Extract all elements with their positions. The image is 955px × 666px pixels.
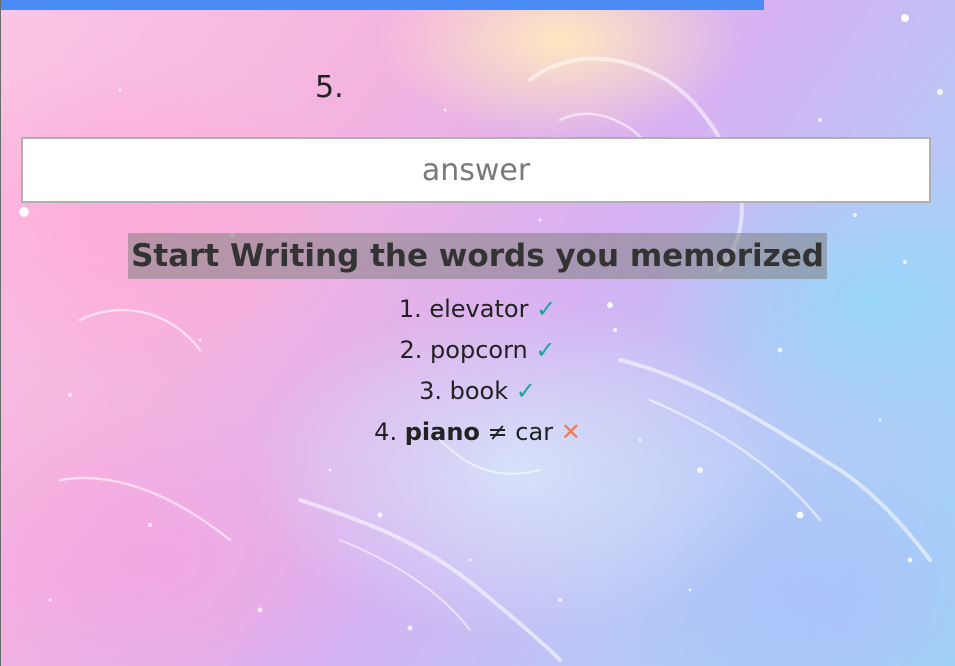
not-equal-sign: ≠ <box>487 418 508 446</box>
question-number: 5. <box>315 70 344 105</box>
result-word: elevator <box>429 295 529 323</box>
instruction-text: Start Writing the words you memorized <box>128 233 827 279</box>
result-index: 2. <box>399 336 423 364</box>
check-icon: ✓ <box>535 336 556 364</box>
result-item: 1. elevator ✓ <box>0 289 955 330</box>
progress-bar <box>0 0 764 10</box>
check-icon: ✓ <box>515 377 536 405</box>
instruction-heading: Start Writing the words you memorized <box>0 233 955 279</box>
result-item: 3. book ✓ <box>0 371 955 412</box>
result-index: 4. <box>374 418 398 446</box>
result-word: car <box>515 418 554 446</box>
result-item: 4. piano ≠ car ✕ <box>0 412 955 453</box>
result-word: book <box>449 377 509 405</box>
answer-input[interactable] <box>21 137 931 203</box>
results-list: 1. elevator ✓ 2. popcorn ✓ 3. book ✓ 4. … <box>0 289 955 453</box>
cross-icon: ✕ <box>560 418 581 446</box>
result-attempt: piano <box>404 418 480 446</box>
result-item: 2. popcorn ✓ <box>0 330 955 371</box>
check-icon: ✓ <box>536 295 557 323</box>
result-index: 1. <box>398 295 422 323</box>
result-index: 3. <box>419 377 442 405</box>
result-word: popcorn <box>430 336 528 364</box>
